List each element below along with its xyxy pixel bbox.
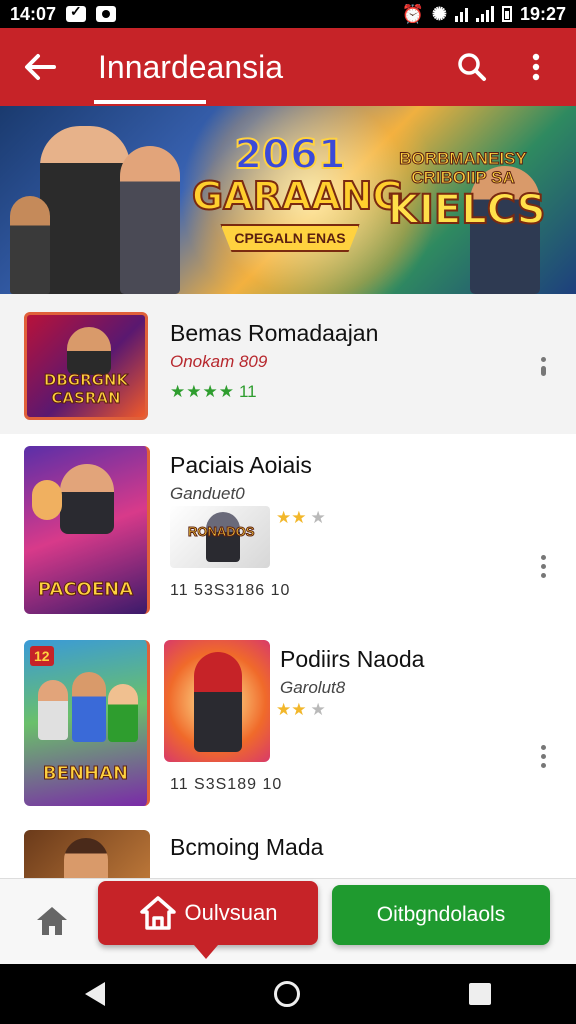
primary-action-button[interactable]: Oulvsuan bbox=[98, 881, 318, 959]
item-meta: 11 53S3186 10 bbox=[170, 582, 291, 599]
thumbnail-title: PACOENA bbox=[37, 579, 134, 601]
game-thumbnail: DBGRGNK CASRAN bbox=[24, 312, 148, 420]
wifi-icon bbox=[454, 6, 468, 22]
mini-thumbnail-text: RONADOS bbox=[187, 524, 255, 540]
rating-count: 11 bbox=[238, 382, 257, 401]
item-menu-button[interactable] bbox=[528, 346, 558, 386]
thumbnail-badge: 12 bbox=[30, 646, 54, 666]
home-icon bbox=[139, 896, 176, 930]
banner-hero-figure bbox=[40, 126, 130, 294]
more-vert-icon bbox=[532, 53, 540, 81]
secondary-action-label: Oitbgndolaols bbox=[376, 903, 506, 926]
star-filled-icon: ★★ bbox=[276, 700, 307, 719]
app-bar: Innardeansia bbox=[0, 28, 576, 106]
search-button[interactable] bbox=[446, 41, 498, 93]
secondary-action-button[interactable]: Oitbgndolaols bbox=[332, 885, 550, 945]
banner-logo-main: GARAANG bbox=[191, 173, 405, 219]
rating: ★★★★ 11 bbox=[170, 382, 257, 402]
item-meta: 11 S3S189 10 bbox=[170, 776, 283, 793]
page-title: Innardeansia bbox=[98, 48, 284, 85]
item-title: Paciais Aoiais bbox=[170, 452, 312, 478]
banner-headline: BORBMANEISY CRIBOIIP SA KIELCS bbox=[387, 149, 547, 235]
game-thumbnail: PACOENA bbox=[24, 446, 150, 614]
status-bar: 14:07 ⏰ ✺ 19:27 bbox=[0, 0, 576, 28]
nav-back-icon[interactable] bbox=[84, 982, 105, 1006]
rating: ★★ ★ bbox=[276, 508, 326, 528]
star-rating-icons: ★★★★ bbox=[170, 382, 235, 401]
item-title: Bcmoing Mada bbox=[170, 834, 324, 860]
item-subtitle: Ganduet0 bbox=[170, 484, 245, 503]
vibrate-icon: ✺ bbox=[431, 3, 447, 24]
mini-thumbnail bbox=[164, 640, 270, 762]
item-title: Bemas Romadaajan bbox=[170, 320, 379, 346]
alarm-icon: ⏰ bbox=[401, 3, 424, 24]
status-time-left: 14:07 bbox=[10, 3, 57, 24]
video-notification-icon bbox=[96, 6, 117, 22]
item-menu-button[interactable] bbox=[528, 546, 558, 586]
signal-icon bbox=[475, 6, 494, 22]
star-filled-icon: ★★ bbox=[276, 508, 307, 527]
arrow-left-icon bbox=[25, 54, 56, 80]
back-button[interactable] bbox=[0, 28, 80, 106]
nav-home-icon[interactable] bbox=[273, 981, 300, 1007]
primary-action-label: Oulvsuan bbox=[184, 900, 278, 925]
bottom-action-bar: Oulvsuan Oitbgndolaols bbox=[0, 878, 576, 964]
banner-headline-top: BORBMANEISY CRIBOIIP SA bbox=[399, 149, 528, 188]
mini-thumbnail: RONADOS bbox=[170, 506, 270, 568]
list-item[interactable]: Bcmoing Mada bbox=[0, 818, 576, 890]
item-subtitle: Garolut8 bbox=[280, 678, 346, 697]
status-time-right: 19:27 bbox=[519, 3, 566, 24]
search-icon bbox=[458, 53, 486, 81]
battery-icon bbox=[501, 6, 512, 22]
banner-logo: 2061 GARAANG CPEGALN ENAS bbox=[191, 131, 405, 282]
thumbnail-title: BENHAN bbox=[42, 763, 129, 785]
banner-logo-sub: CPEGALN ENAS bbox=[220, 224, 360, 252]
home-icon bbox=[37, 907, 67, 935]
nav-recents-icon[interactable] bbox=[469, 983, 492, 1005]
item-title: Podiirs Naoda bbox=[280, 646, 425, 672]
list-item[interactable]: PACOENA Paciais Aoiais Ganduet0 RONADOS … bbox=[0, 434, 576, 626]
list-item[interactable]: 12 BENHAN Podiirs Naoda Garolut8 ★★ ★ 11 … bbox=[0, 626, 576, 818]
banner-headline-big: KIELCS bbox=[387, 186, 547, 234]
thumbnail-title: DBGRGNK CASRAN bbox=[43, 371, 129, 408]
message-notification-icon bbox=[66, 3, 87, 22]
item-menu-button[interactable] bbox=[528, 736, 558, 776]
promo-banner[interactable]: 2061 GARAANG CPEGALN ENAS BORBMANEISY CR… bbox=[0, 106, 576, 294]
title-tab-indicator bbox=[94, 100, 206, 104]
star-empty-icon: ★ bbox=[310, 700, 326, 719]
system-navigation-bar bbox=[0, 964, 576, 1024]
item-subtitle: Onokam 809 bbox=[170, 352, 268, 371]
banner-hero-figure bbox=[120, 146, 180, 294]
star-empty-icon: ★ bbox=[310, 508, 326, 527]
home-tab-button[interactable] bbox=[24, 897, 80, 945]
overflow-menu-button[interactable] bbox=[510, 41, 562, 93]
game-thumbnail: 12 BENHAN bbox=[24, 640, 150, 806]
list-item[interactable]: DBGRGNK CASRAN Bemas Romadaajan Onokam 8… bbox=[0, 294, 576, 434]
banner-hero-figure bbox=[10, 196, 50, 294]
rating: ★★ ★ bbox=[276, 700, 326, 720]
banner-logo-year: 2061 bbox=[233, 131, 346, 179]
